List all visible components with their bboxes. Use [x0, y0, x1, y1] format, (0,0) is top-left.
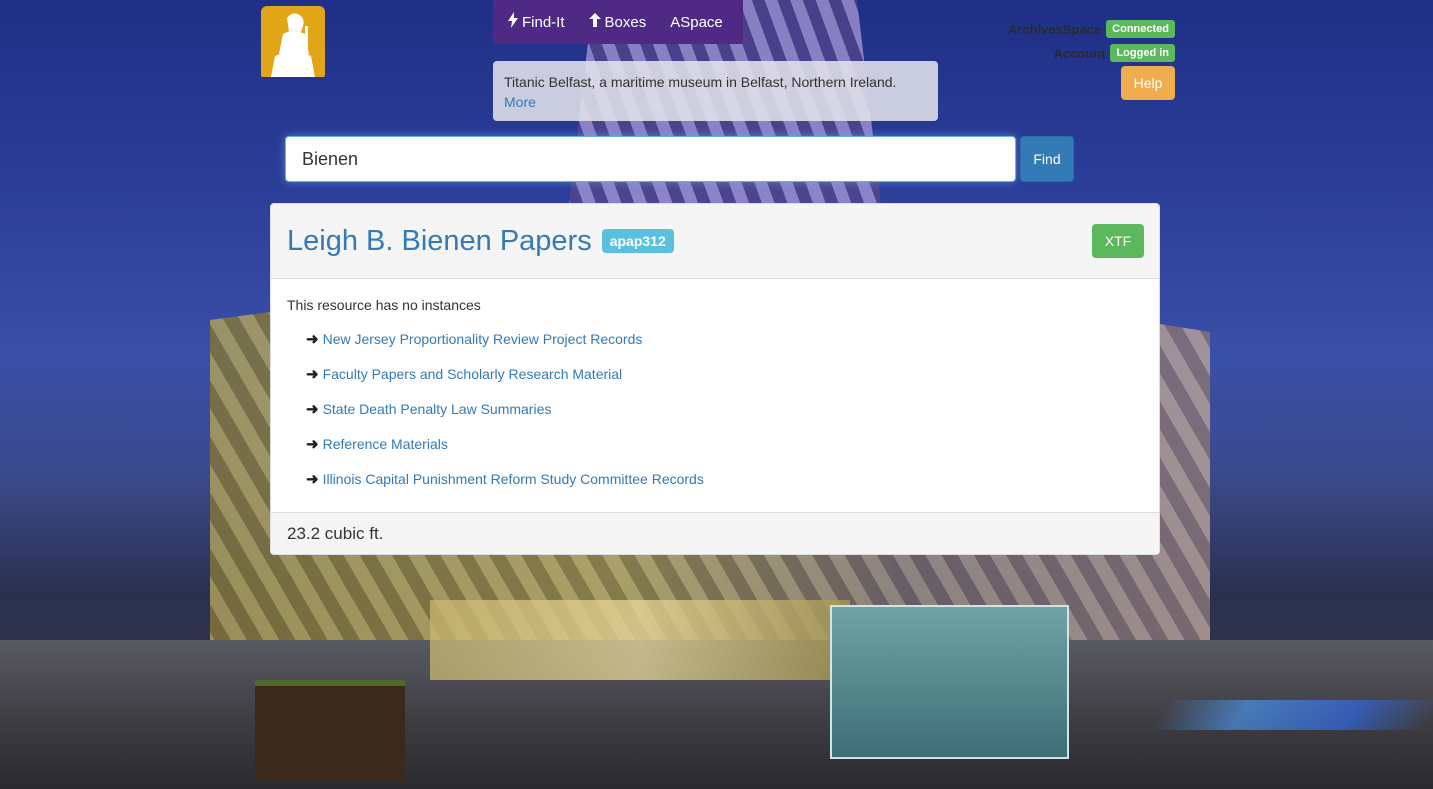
nav-boxes[interactable]: Boxes [577, 13, 659, 31]
nav-boxes-label: Boxes [604, 13, 647, 31]
helmet-warrior-icon [271, 13, 315, 77]
nav-aspace-label: ASpace [670, 13, 723, 31]
list-item: ➜ Reference Materials [306, 426, 1143, 461]
arrow-right-icon: ➜ [306, 400, 319, 418]
arrow-up-icon [588, 13, 601, 31]
list-item: ➜ State Death Penalty Law Summaries [306, 391, 1143, 426]
background-lights [1151, 700, 1433, 730]
caption-text: Titanic Belfast, a maritime museum in Be… [504, 74, 897, 90]
help-button[interactable]: Help [1121, 66, 1175, 100]
extent-footer: 23.2 cubic ft. [271, 512, 1159, 554]
result-header: Leigh B. Bienen Papers apap312 XTF [271, 204, 1159, 279]
arrow-right-icon: ➜ [306, 435, 319, 453]
arrow-right-icon: ➜ [306, 470, 319, 488]
background-planter [255, 680, 405, 781]
archivesspace-label: ArchivesSpace [1007, 21, 1102, 37]
collection-id-badge: apap312 [601, 229, 674, 253]
xtf-button[interactable]: XTF [1092, 224, 1144, 258]
series-link[interactable]: Reference Materials [323, 436, 448, 452]
series-link[interactable]: Illinois Capital Punishment Reform Study… [323, 471, 704, 487]
arrow-right-icon: ➜ [306, 365, 319, 383]
result-panel: Leigh B. Bienen Papers apap312 XTF This … [270, 203, 1160, 555]
find-button[interactable]: Find [1020, 136, 1074, 182]
series-link[interactable]: State Death Penalty Law Summaries [323, 401, 552, 417]
account-label: Account [1053, 45, 1106, 61]
nav-find-it-label: Find-It [522, 13, 565, 31]
top-nav: Find-It Boxes ASpace [493, 0, 743, 44]
series-link[interactable]: New Jersey Proportionality Review Projec… [323, 331, 643, 347]
nav-find-it[interactable]: Find-It [493, 12, 577, 32]
background-kiosk [830, 605, 1069, 759]
list-item: ➜ Illinois Capital Punishment Reform Stu… [306, 461, 1143, 496]
no-instances-text: This resource has no instances [287, 297, 481, 313]
series-list: ➜ New Jersey Proportionality Review Proj… [287, 321, 1143, 496]
nav-aspace[interactable]: ASpace [658, 14, 735, 31]
result-body: This resource has no instances ➜ New Jer… [271, 279, 1159, 497]
flash-icon [508, 12, 518, 32]
extent-text: 23.2 cubic ft. [287, 523, 384, 543]
logo[interactable] [261, 6, 325, 77]
connected-badge: Connected [1106, 20, 1175, 38]
list-item: ➜ New Jersey Proportionality Review Proj… [306, 321, 1143, 356]
logged-in-badge: Logged in [1110, 44, 1175, 62]
list-item: ➜ Faculty Papers and Scholarly Research … [306, 356, 1143, 391]
background-facade [430, 600, 850, 680]
connection-status: ArchivesSpace Connected Account Logged i… [1008, 17, 1175, 65]
series-link[interactable]: Faculty Papers and Scholarly Research Ma… [323, 366, 623, 382]
search-input[interactable] [285, 136, 1016, 182]
arrow-right-icon: ➜ [306, 330, 319, 348]
result-title[interactable]: Leigh B. Bienen Papers [287, 225, 592, 258]
caption-more-link[interactable]: More [504, 94, 536, 110]
photo-caption: Titanic Belfast, a maritime museum in Be… [493, 61, 938, 121]
